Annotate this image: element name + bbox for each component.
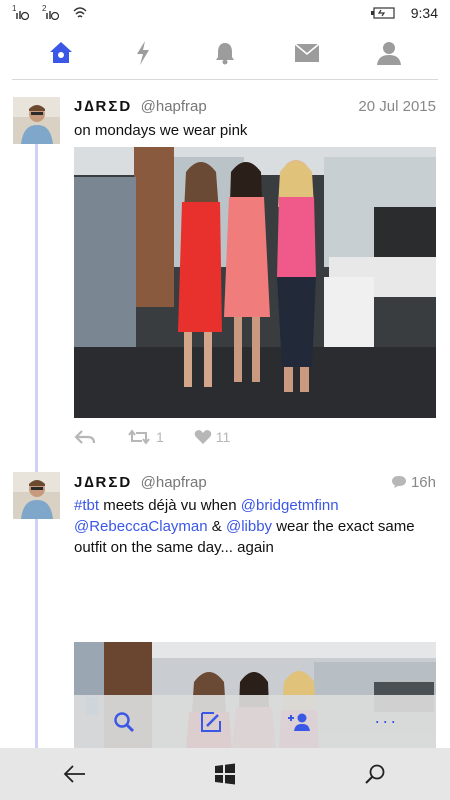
tweet-header: J∆RΣD @hapfrap 16h: [74, 474, 436, 496]
conversation-icon: [391, 476, 406, 488]
tweet-date: 20 Jul 2015: [358, 98, 436, 115]
reply-icon: [74, 430, 96, 444]
tab-messages[interactable]: [282, 31, 332, 75]
home-icon: [50, 42, 72, 63]
wifi-icon: [72, 4, 92, 22]
author-handle[interactable]: @hapfrap: [141, 474, 207, 491]
windows-icon: [215, 763, 235, 785]
tweet-text: on mondays we wear pink: [74, 122, 248, 139]
tweet-time: 16h: [410, 474, 436, 491]
tweet-date: 16h: [391, 474, 436, 491]
tweet-header: J∆RΣD @hapfrap 20 Jul 2015: [74, 98, 436, 120]
bell-icon: [216, 43, 234, 65]
tweet-actions: 1 11: [74, 429, 260, 445]
author-name[interactable]: J∆RΣD: [74, 474, 132, 491]
compose-button[interactable]: [186, 702, 236, 742]
more-button[interactable]: ···: [361, 702, 411, 742]
reply-button[interactable]: [74, 429, 96, 445]
search-button[interactable]: [99, 702, 149, 742]
status-left: 1 2: [12, 4, 92, 22]
retweet-icon: [128, 429, 150, 445]
avatar[interactable]: [13, 472, 60, 519]
add-user-button[interactable]: [274, 702, 324, 742]
start-button[interactable]: [195, 752, 255, 796]
tab-profile[interactable]: [364, 31, 414, 75]
back-button[interactable]: [45, 752, 105, 796]
tab-home[interactable]: [36, 31, 86, 75]
app-bar: ···: [74, 695, 436, 748]
mention-link[interactable]: @RebeccaClayman: [74, 518, 208, 535]
back-arrow-icon: [63, 765, 85, 783]
timeline[interactable]: J∆RΣD @hapfrap 20 Jul 2015 on mondays we…: [0, 82, 450, 748]
more-icon: ···: [374, 711, 399, 731]
avatar[interactable]: [13, 97, 60, 144]
tweet-text-part: &: [207, 518, 226, 535]
tweet-text-part: meets déjà vu when: [99, 497, 241, 514]
tab-mentions[interactable]: [200, 31, 250, 75]
top-nav: [0, 28, 450, 78]
sim-1-icon: 1: [12, 4, 32, 22]
add-user-icon: [287, 713, 310, 731]
sim-2-icon: 2: [42, 4, 62, 22]
status-right: 9:34: [370, 5, 438, 21]
battery-icon: [370, 7, 395, 19]
nav-divider: [12, 79, 438, 80]
person-icon: [377, 42, 401, 65]
retweet-count: 1: [156, 429, 164, 445]
status-bar: 1 2 9:34: [0, 0, 450, 28]
compose-icon: [201, 711, 222, 732]
magnifier-icon: [365, 764, 385, 784]
author-name[interactable]: J∆RΣD: [74, 98, 132, 115]
mention-link[interactable]: @libby: [226, 518, 272, 535]
tab-notifications[interactable]: [118, 31, 168, 75]
tweet[interactable]: J∆RΣD @hapfrap 20 Jul 2015 on mondays we…: [0, 82, 450, 462]
heart-icon: [194, 430, 212, 444]
clock: 9:34: [410, 5, 438, 21]
hashtag-link[interactable]: #tbt: [74, 497, 99, 514]
system-nav-bar: [0, 748, 450, 800]
search-system-button[interactable]: [345, 752, 405, 796]
retweet-button[interactable]: 1: [126, 429, 164, 445]
tweet-text: #tbt meets déjà vu when @bridgetmfinn @R…: [74, 495, 440, 558]
mention-link[interactable]: @bridgetmfinn: [241, 497, 339, 514]
search-icon: [114, 711, 134, 732]
like-count: 11: [215, 429, 231, 445]
author-handle[interactable]: @hapfrap: [141, 98, 207, 115]
lightning-icon: [137, 41, 149, 65]
envelope-icon: [294, 43, 320, 62]
tweet-photo[interactable]: [74, 147, 436, 418]
like-button[interactable]: 11: [194, 429, 231, 445]
